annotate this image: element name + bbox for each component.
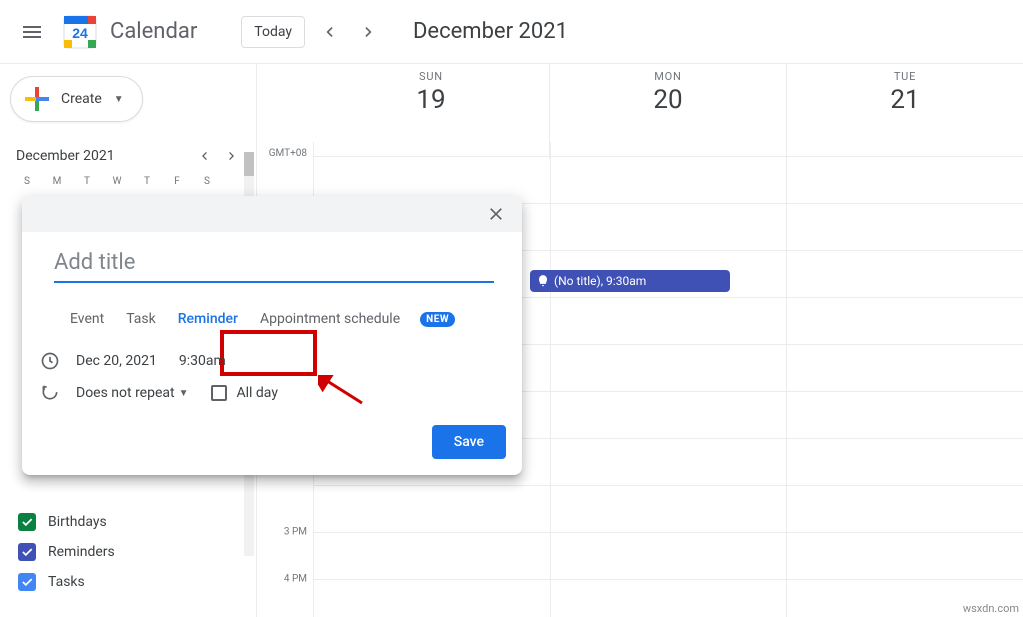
dialog-header: [22, 196, 522, 232]
calendar-label: Reminders: [48, 544, 115, 560]
date-value[interactable]: Dec 20, 2021: [76, 353, 157, 369]
mini-weekday-row: S M T W T F S: [10, 176, 256, 187]
app-header: 24 Calendar Today December 2021: [0, 0, 1023, 64]
type-tabs: Event Task Reminder Appointment schedule…: [68, 307, 506, 331]
hamburger-menu-icon[interactable]: [8, 8, 56, 56]
create-event-dialog: Event Task Reminder Appointment schedule…: [22, 196, 522, 475]
chevron-down-icon: ▼: [114, 94, 124, 105]
watermark: wsxdn.com: [963, 602, 1019, 615]
datetime-row[interactable]: Dec 20, 2021 9:30am: [76, 353, 506, 369]
today-button[interactable]: Today: [241, 16, 305, 48]
next-period-button[interactable]: [353, 16, 385, 48]
create-button[interactable]: Create ▼: [10, 76, 143, 122]
app-title: Calendar: [110, 19, 197, 44]
time-value[interactable]: 9:30am: [179, 353, 226, 369]
calendar-label: Tasks: [48, 574, 85, 590]
calendar-item[interactable]: Reminders: [10, 537, 256, 567]
chevron-down-icon: ▼: [179, 388, 189, 399]
prev-period-button[interactable]: [313, 16, 345, 48]
scroll-thumb[interactable]: [244, 152, 254, 176]
tab-task[interactable]: Task: [124, 307, 158, 331]
calendar-item[interactable]: Birthdays: [10, 507, 256, 537]
current-month-label: December 2021: [413, 19, 568, 44]
mini-next-button[interactable]: [220, 144, 244, 168]
close-button[interactable]: [482, 200, 510, 228]
calendar-logo-icon: 24: [60, 12, 100, 52]
event-title: (No title), 9:30am: [554, 274, 646, 288]
all-day-checkbox[interactable]: All day: [211, 385, 278, 401]
checkbox-checked-icon[interactable]: [18, 543, 36, 561]
day-column[interactable]: [786, 142, 1023, 617]
save-button[interactable]: Save: [432, 425, 506, 459]
mini-calendar-header: December 2021: [10, 144, 256, 168]
tab-event[interactable]: Event: [68, 307, 106, 331]
create-label: Create: [61, 91, 102, 107]
plus-icon: [25, 87, 49, 111]
repeat-row: Does not repeat ▼ All day: [76, 385, 506, 401]
event-chip[interactable]: (No title), 9:30am: [530, 270, 730, 292]
title-input[interactable]: [54, 246, 494, 283]
close-icon: [486, 204, 506, 224]
mini-month-label: December 2021: [10, 148, 115, 164]
new-badge: NEW: [420, 312, 455, 327]
tab-reminder[interactable]: Reminder: [176, 307, 240, 331]
tab-appointment[interactable]: Appointment schedule: [258, 307, 402, 331]
svg-text:24: 24: [72, 25, 88, 41]
my-calendars-list: Birthdays Reminders Tasks: [10, 507, 256, 597]
repeat-select[interactable]: Does not repeat ▼: [76, 385, 189, 401]
checkbox-checked-icon[interactable]: [18, 513, 36, 531]
reminder-icon: [536, 274, 550, 288]
repeat-icon: [40, 383, 60, 403]
calendar-item[interactable]: Tasks: [10, 567, 256, 597]
day-column[interactable]: [550, 142, 787, 617]
checkbox-unchecked-icon: [211, 385, 227, 401]
mini-prev-button[interactable]: [192, 144, 216, 168]
calendar-label: Birthdays: [48, 514, 107, 530]
clock-icon: [40, 351, 60, 371]
checkbox-checked-icon[interactable]: [18, 573, 36, 591]
dialog-footer: Save: [22, 417, 522, 475]
